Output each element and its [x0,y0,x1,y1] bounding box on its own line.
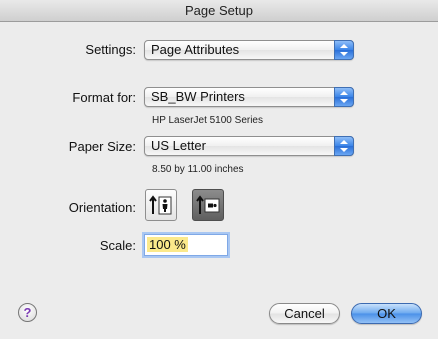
landscape-icon [196,195,220,214]
settings-popup[interactable]: Page Attributes [144,40,354,60]
paper-size-label: Paper Size: [68,139,136,154]
format-for-value: SB_BW Printers [151,89,245,104]
cancel-button-label: Cancel [284,306,325,321]
scale-input[interactable]: 100 % [144,234,228,256]
portrait-icon [149,195,172,215]
settings-label: Settings: [85,42,136,57]
window-title: Page Setup [185,3,253,18]
popup-arrows-icon [334,40,354,60]
scale-value: 100 % [147,237,188,252]
format-for-label: Format for: [72,90,136,105]
cancel-button[interactable]: Cancel [269,303,340,324]
settings-value: Page Attributes [151,42,240,57]
help-button[interactable]: ? [18,303,37,322]
ok-button[interactable]: OK [351,303,422,324]
ok-button-label: OK [377,306,396,321]
scale-label: Scale: [99,238,136,253]
orientation-label: Orientation: [68,200,136,215]
landscape-orientation-button[interactable] [192,189,224,221]
popup-arrows-icon [334,136,354,156]
help-icon: ? [23,305,32,320]
paper-size-value: US Letter [151,138,206,153]
window-title-bar[interactable]: Page Setup [0,0,438,22]
paper-size-popup[interactable]: US Letter [144,136,354,156]
format-for-popup[interactable]: SB_BW Printers [144,87,354,107]
popup-arrows-icon [334,87,354,107]
paper-dimensions-text: 8.50 by 11.00 inches [152,164,244,175]
printer-model-text: HP LaserJet 5100 Series [152,115,263,126]
portrait-orientation-button[interactable] [145,189,177,221]
